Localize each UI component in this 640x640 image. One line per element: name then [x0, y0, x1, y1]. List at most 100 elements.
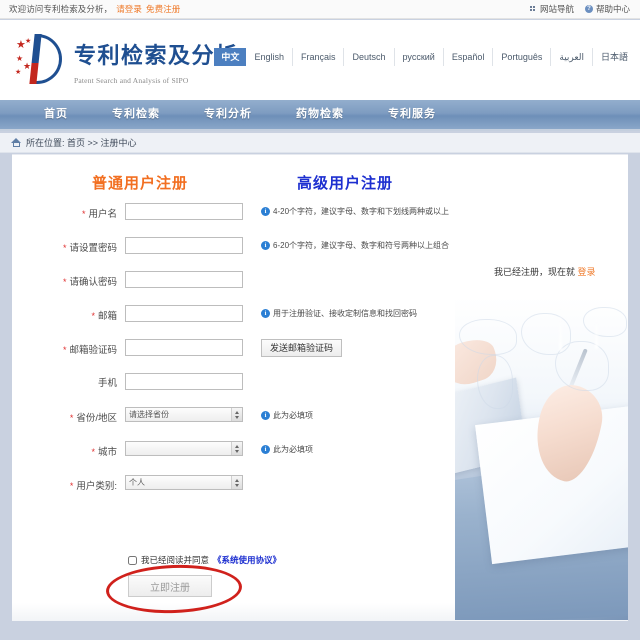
select-arrows-icon — [231, 476, 242, 489]
top-utility-bar: 欢迎访问专利检索及分析， 请登录 免费注册 网站导航 ? 帮助中心 — [0, 0, 640, 19]
hint-text: 此为必填项 — [273, 411, 313, 420]
form-row-user-type: * 用户类别: 个人 — [0, 475, 460, 509]
free-register-link[interactable]: 免费注册 — [146, 3, 180, 15]
label-mobile: 手机 — [0, 373, 125, 393]
label-text: 请设置密码 — [69, 243, 117, 254]
label-text: 城市 — [97, 447, 117, 458]
input-email-code[interactable] — [125, 339, 243, 356]
form-row-confirm-password: * 请确认密码 — [0, 271, 460, 305]
hint-text: 用于注册验证、接收定制信息和找回密码 — [273, 309, 417, 318]
site-nav-button[interactable]: 网站导航 — [529, 3, 574, 15]
form-row-username: * 用户名 i 4-20个字符，建议字母、数字和下划线两种或以上 — [0, 203, 460, 237]
hint-username: i 4-20个字符，建议字母、数字和下划线两种或以上 — [261, 206, 449, 218]
language-option-2[interactable]: Français — [293, 48, 345, 66]
topbar-right-group: 网站导航 ? 帮助中心 — [529, 3, 630, 15]
help-center-button[interactable]: ? 帮助中心 — [584, 3, 630, 15]
form-row-mobile: 手机 — [0, 373, 460, 407]
question-icon: ? — [584, 5, 593, 13]
select-wrap-city — [125, 441, 243, 456]
site-nav-label: 网站导航 — [539, 4, 574, 14]
input-mobile[interactable] — [125, 373, 243, 390]
already-registered-note: 我已经注册，现在就 登录 — [494, 265, 596, 278]
welcome-text: 欢迎访问专利检索及分析， — [9, 4, 113, 14]
language-switcher: 中文 English Français Deutsch русский Español Po… — [214, 48, 636, 66]
nav-item-4[interactable]: 专利服务 — [366, 100, 458, 129]
breadcrumb-text: 所在位置: 首页 >> 注册中心 — [26, 138, 137, 148]
label-province: * 省份/地区 — [0, 407, 125, 428]
required-asterisk: * — [81, 209, 86, 219]
nav-item-2[interactable]: 专利分析 — [182, 100, 274, 129]
home-icon — [11, 137, 22, 148]
login-link[interactable]: 请登录 — [116, 3, 142, 15]
main-navigation: 首页 专利检索 专利分析 药物检索 专利服务 — [0, 100, 640, 131]
language-option-7[interactable]: العربية — [551, 48, 593, 66]
nav-item-0[interactable]: 首页 — [22, 100, 90, 129]
site-logo[interactable]: ★ ★ ★ ★ ★ 专利检索及分析 Patent Search and Anal… — [14, 32, 239, 87]
select-user-type[interactable]: 个人 — [125, 475, 243, 490]
advanced-user-heading: 高级用户注册 — [297, 175, 394, 192]
hint-text: 4-20个字符，建议字母、数字和下划线两种或以上 — [273, 207, 450, 216]
page-root: 欢迎访问专利检索及分析， 请登录 免费注册 网站导航 ? 帮助中心 ★ ★ ★ — [0, 0, 640, 640]
grid-icon — [529, 5, 537, 13]
language-option-1[interactable]: English — [246, 48, 293, 66]
sidebar-login-link[interactable]: 登录 — [578, 267, 596, 277]
select-wrap-user-type: 个人 — [125, 475, 243, 490]
label-text: 手机 — [97, 378, 117, 389]
input-password[interactable] — [125, 237, 243, 254]
register-now-button[interactable]: 立即注册 — [128, 575, 212, 597]
form-row-email-code: * 邮箱验证码 发送邮箱验证码 — [0, 339, 460, 373]
label-confirm-password: * 请确认密码 — [0, 271, 125, 292]
label-text: 邮箱 — [97, 311, 117, 322]
topbar-welcome-group: 欢迎访问专利检索及分析， 请登录 免费注册 — [9, 3, 180, 15]
label-password: * 请设置密码 — [0, 237, 125, 258]
info-icon: i — [261, 411, 270, 420]
submit-area: 立即注册 — [105, 562, 243, 616]
hint-text: 此为必填项 — [273, 445, 313, 454]
form-row-province: * 省份/地区 请选择省份 i 此为必填项 — [0, 407, 460, 441]
breadcrumb: 所在位置: 首页 >> 注册中心 — [0, 133, 640, 153]
sipo-logo-icon: ★ ★ ★ ★ ★ — [14, 32, 66, 87]
input-email[interactable] — [125, 305, 243, 322]
language-option-4[interactable]: русский — [395, 48, 444, 66]
required-asterisk: * — [62, 277, 67, 287]
agreement-text: 我已经阅读并同意 — [141, 555, 210, 565]
language-option-8[interactable]: 日本語 — [593, 48, 636, 66]
hint-text: 6-20个字符，建议字母、数字和符号两种以上组合 — [273, 241, 450, 250]
send-email-code-button[interactable]: 发送邮箱验证码 — [261, 339, 343, 357]
language-option-5[interactable]: Español — [444, 48, 494, 66]
input-confirm-password[interactable] — [125, 271, 243, 288]
agreement-checkbox[interactable] — [128, 555, 137, 565]
label-city: * 城市 — [0, 441, 125, 462]
hint-password: i 6-20个字符，建议字母、数字和符号两种以上组合 — [261, 240, 449, 252]
select-province[interactable]: 请选择省份 — [125, 407, 243, 422]
info-icon: i — [261, 207, 270, 216]
required-asterisk: * — [69, 413, 74, 423]
required-asterisk: * — [91, 311, 95, 321]
form-row-city: * 城市 i 此为必填项 — [0, 441, 460, 475]
select-wrap-province: 请选择省份 — [125, 407, 243, 422]
language-option-0[interactable]: 中文 — [214, 48, 247, 66]
registration-form: * 用户名 i 4-20个字符，建议字母、数字和下划线两种或以上 * 请设置密码 i 6-20… — [0, 203, 460, 509]
site-header: ★ ★ ★ ★ ★ 专利检索及分析 Patent Search and Anal… — [0, 20, 640, 100]
select-arrows-icon — [231, 408, 242, 421]
language-option-3[interactable]: Deutsch — [344, 48, 395, 66]
nav-item-3[interactable]: 药物检索 — [274, 100, 366, 129]
info-icon: i — [261, 445, 270, 454]
label-text: 邮箱验证码 — [69, 345, 117, 356]
info-icon: i — [261, 309, 270, 318]
language-option-6[interactable]: Português — [493, 48, 552, 66]
label-email-code: * 邮箱验证码 — [0, 339, 125, 360]
select-arrows-icon — [231, 442, 242, 455]
form-row-password: * 请设置密码 i 6-20个字符，建议字母、数字和符号两种以上组合 — [0, 237, 460, 271]
required-asterisk: * — [69, 481, 74, 491]
agreement-link[interactable]: 《系统使用协议》 — [213, 554, 281, 566]
input-username[interactable] — [125, 203, 243, 220]
form-row-email: * 邮箱 i 用于注册验证、接收定制信息和找回密码 — [0, 305, 460, 339]
label-text: 用户名 — [88, 209, 117, 220]
nav-item-1[interactable]: 专利检索 — [90, 100, 182, 129]
required-asterisk: * — [91, 447, 95, 457]
required-asterisk: * — [62, 345, 67, 355]
normal-user-heading: 普通用户注册 — [92, 175, 189, 192]
label-email: * 邮箱 — [0, 305, 125, 326]
select-city[interactable] — [125, 441, 243, 456]
